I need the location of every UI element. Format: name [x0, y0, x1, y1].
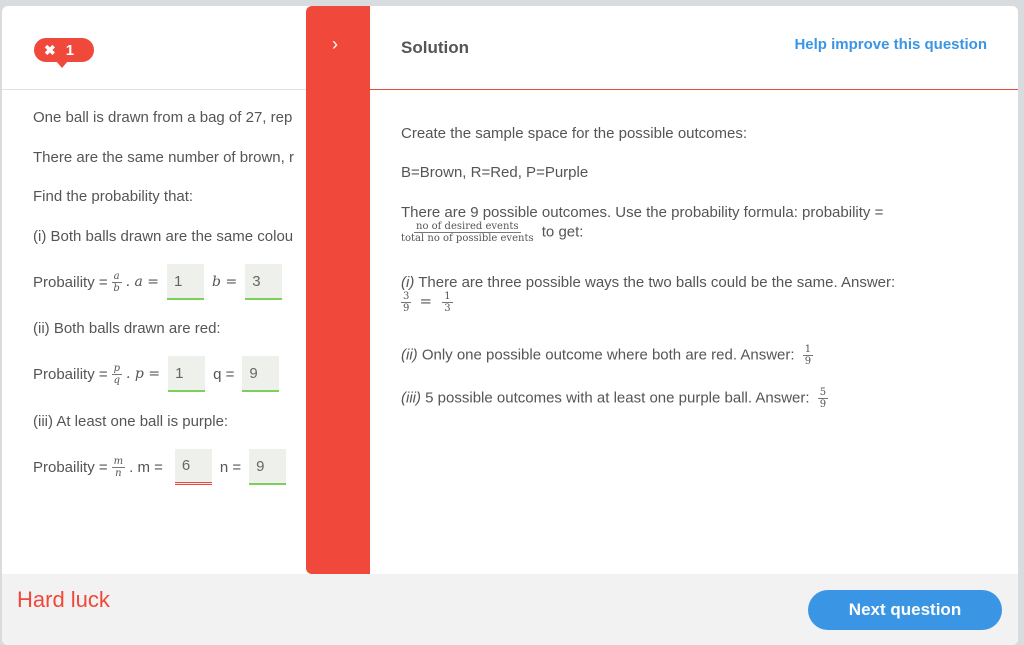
question-intro: One ball is drawn from a bag of 27, rep	[33, 109, 293, 126]
m-label: . m =	[129, 458, 163, 476]
close-icon: ✖	[44, 41, 56, 58]
fraction-5-9: 5 9	[817, 387, 829, 410]
answer-input-a[interactable]: 1	[167, 264, 205, 300]
question-area: ✖ 1 One ball is drawn from a bag of 27, …	[2, 6, 312, 574]
fraction-m-over-n: m n	[111, 455, 126, 479]
answer-input-b[interactable]: 3	[245, 264, 283, 300]
collapse-panel-handle[interactable]: ›	[306, 6, 370, 574]
p-label: . p =	[126, 366, 161, 382]
mistakes-badge: ✖ 1	[34, 38, 94, 68]
result-message: Hard luck	[17, 587, 110, 612]
answer-input-n[interactable]: 9	[249, 449, 287, 485]
solution-line-key: B=Brown, R=Red, P=Purple	[401, 164, 589, 181]
chevron-right-icon[interactable]: ›	[332, 34, 338, 55]
q-label: q =	[213, 365, 235, 383]
fraction-a-over-b: a b	[111, 270, 122, 294]
solution-part-ii: (ii) Only one possible outcome where bot…	[401, 344, 814, 367]
mistakes-count: 1	[65, 41, 75, 59]
answer-input-p[interactable]: 1	[168, 356, 206, 392]
n-label: n =	[219, 458, 242, 476]
solution-divider	[370, 89, 1018, 90]
prob-label: Probaility =	[33, 273, 108, 291]
question-part2: (ii) Both balls drawn are red:	[33, 320, 221, 337]
answer-input-q[interactable]: 9	[242, 356, 280, 392]
a-label: . a =	[125, 274, 160, 290]
prob-label: Probaility =	[33, 458, 108, 476]
footer-bar: Hard luck Next question	[2, 574, 1018, 645]
prob-label: Probaility =	[33, 365, 108, 383]
part2-answer-row: Probaility = p q . p = 1 q = 9	[33, 356, 287, 392]
help-improve-link[interactable]: Help improve this question	[794, 36, 987, 53]
question-find: Find the probability that:	[33, 188, 194, 205]
fraction-p-over-q: p q	[111, 362, 123, 386]
solution-panel: Solution Help improve this question Crea…	[370, 6, 1018, 574]
question-same-number: There are the same number of brown, r	[33, 149, 294, 166]
solution-part-i: (i) There are three possible ways the tw…	[401, 274, 896, 314]
part1-answer-row: Probaility = a b . a = 1 b = 3	[33, 264, 290, 300]
formula-fraction: no of desired events total no of possibl…	[401, 221, 534, 244]
question-part1: (i) Both balls drawn are the same colou	[33, 228, 294, 245]
answer-input-m[interactable]: 6	[174, 449, 212, 485]
part3-answer-row: Probaility = m n . m = 6 n = 9	[33, 449, 294, 485]
next-question-button[interactable]: Next question	[808, 590, 1002, 630]
solution-line-sample-space: Create the sample space for the possible…	[401, 125, 748, 142]
solution-part-iii: (iii) 5 possible outcomes with at least …	[401, 387, 829, 410]
question-card: ✖ 1 One ball is drawn from a bag of 27, …	[2, 6, 1018, 645]
solution-title: Solution	[401, 38, 469, 57]
fraction-3-9: 3 9	[401, 291, 412, 314]
solution-line-formula: There are 9 possible outcomes. Use the p…	[401, 204, 884, 244]
fraction-1-3: 1 3	[442, 291, 453, 314]
fraction-1-9: 1 9	[802, 344, 814, 367]
question-part3: (iii) At least one ball is purple:	[33, 413, 229, 430]
b-label: b =	[212, 274, 238, 290]
divider	[2, 89, 312, 90]
